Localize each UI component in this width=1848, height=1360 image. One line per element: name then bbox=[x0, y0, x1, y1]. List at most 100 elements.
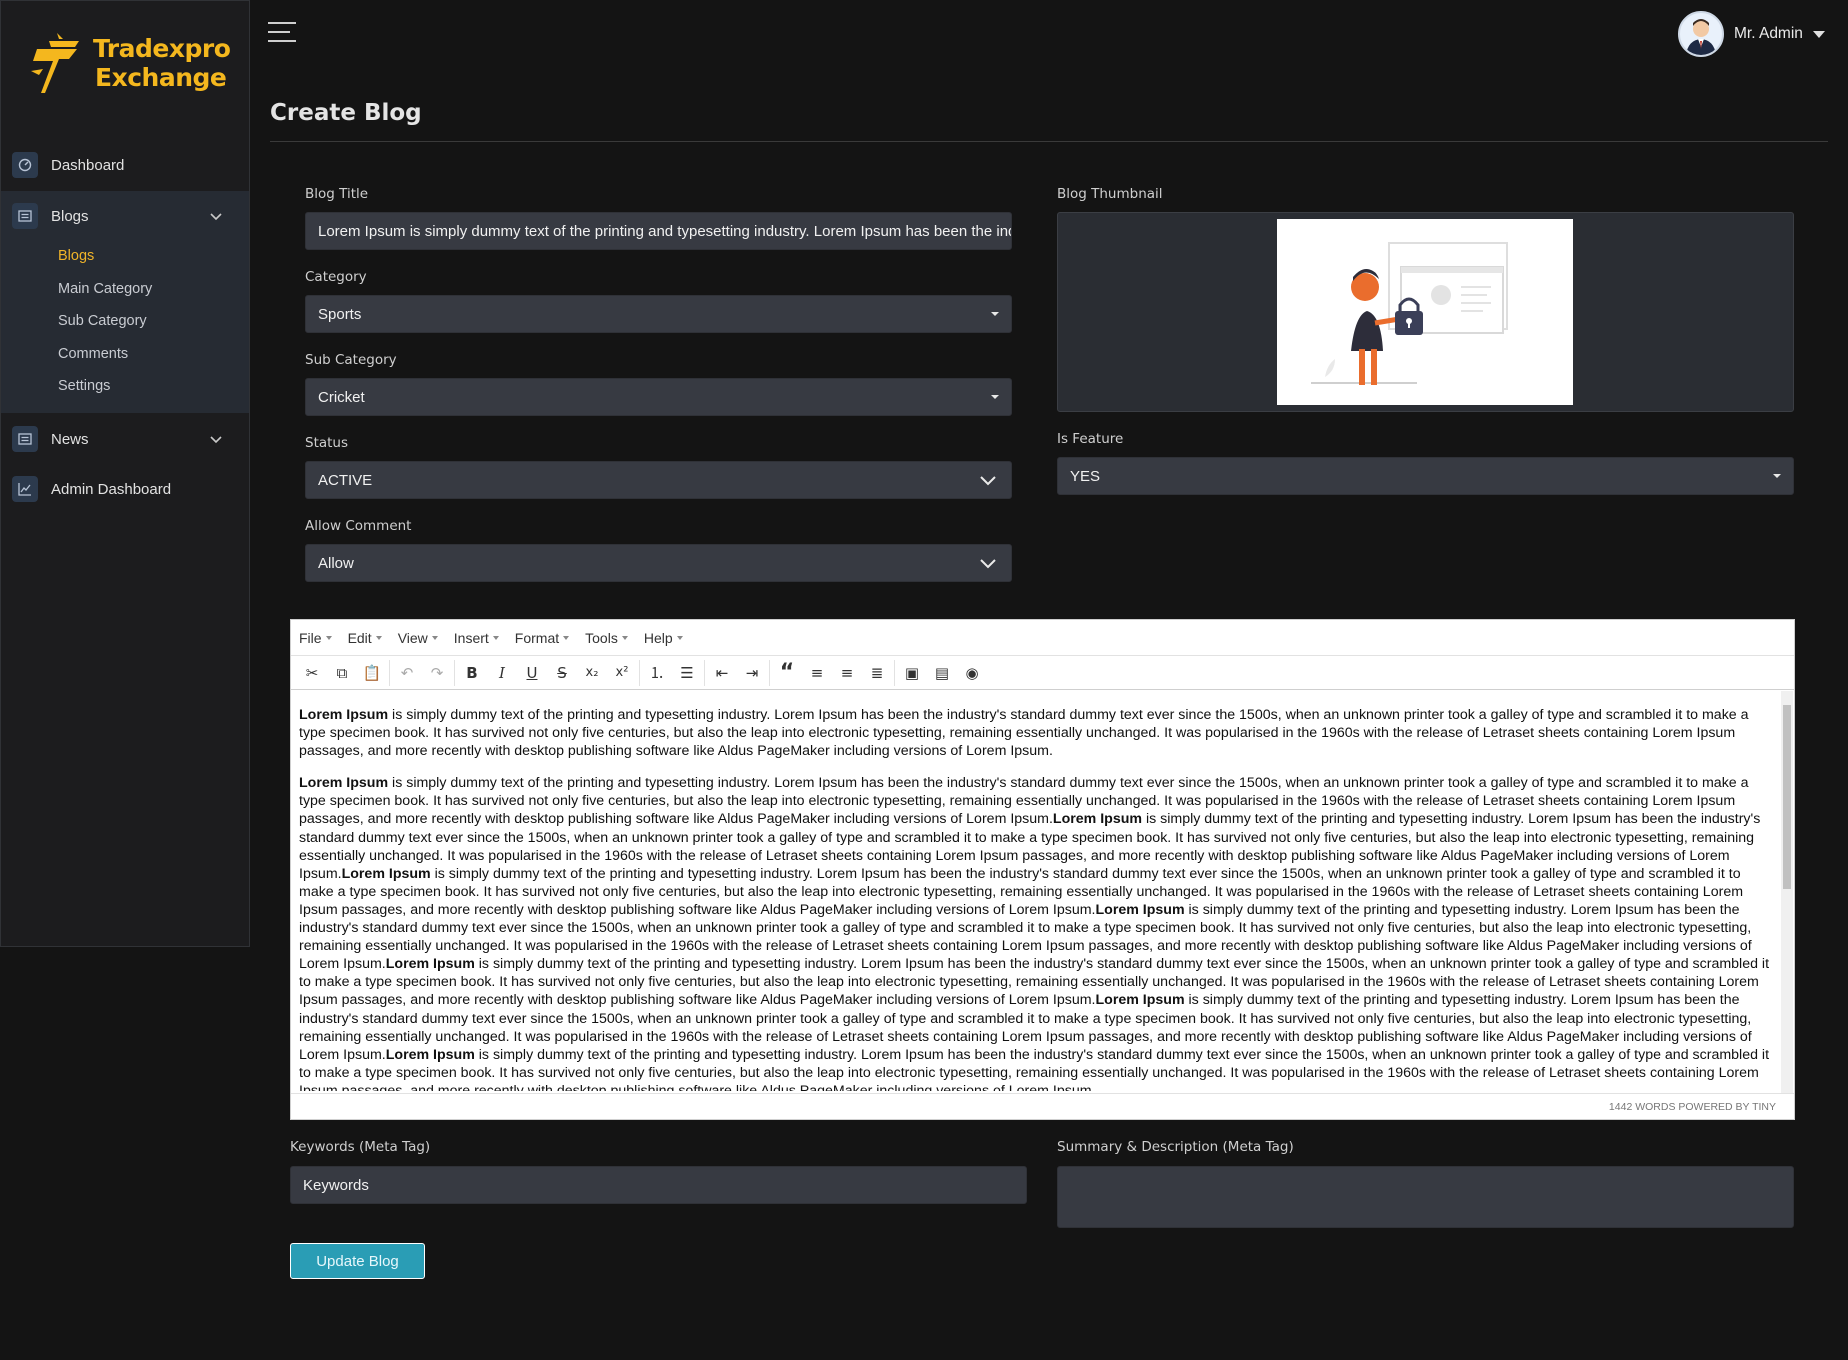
editor-menubar: File Edit View Insert Format Tools Help bbox=[291, 620, 1794, 656]
bold-icon[interactable]: B bbox=[457, 659, 487, 687]
summary-label: Summary & Description (Meta Tag) bbox=[1057, 1139, 1294, 1155]
menu-file[interactable]: File bbox=[299, 630, 332, 646]
allow-comment-value: Allow bbox=[318, 554, 354, 572]
strikethrough-icon[interactable]: S bbox=[547, 659, 577, 687]
paste-icon[interactable]: 📋 bbox=[357, 659, 387, 687]
avatar bbox=[1678, 11, 1724, 57]
sidebar-subitem-sub-category[interactable]: Sub Category bbox=[58, 313, 147, 329]
sidebar-label-blogs: Blogs bbox=[51, 207, 89, 225]
outdent-icon[interactable]: ⇤ bbox=[707, 659, 737, 687]
sidebar-subitem-comments[interactable]: Comments bbox=[58, 346, 128, 362]
word-count: 1442 WORDS POWERED BY TINY bbox=[1608, 1100, 1776, 1113]
blog-thumbnail-image bbox=[1277, 219, 1573, 405]
rich-text-editor[interactable]: File Edit View Insert Format Tools Help … bbox=[290, 619, 1795, 1120]
undo-icon[interactable]: ↶ bbox=[392, 659, 422, 687]
blog-thumbnail-upload[interactable] bbox=[1057, 212, 1794, 412]
editor-toolbar: ✂ ⧉ 📋 ↶ ↷ B I U S x₂ x² ⒈ ☰ ⇤ ⇥ “ ≡ ≡ ≣ … bbox=[291, 656, 1794, 690]
superscript-icon[interactable]: x² bbox=[607, 659, 637, 687]
numbered-list-icon[interactable]: ⒈ bbox=[642, 659, 672, 687]
is-feature-value: YES bbox=[1070, 467, 1101, 485]
brand-name-line2: Exchange bbox=[95, 63, 227, 92]
editor-content[interactable]: Lorem Ipsum is simply dummy text of the … bbox=[299, 706, 1769, 1091]
user-name: Mr. Admin bbox=[1734, 25, 1803, 42]
menu-toggle-icon[interactable] bbox=[268, 22, 296, 44]
chevron-down-icon bbox=[210, 213, 222, 221]
editor-paragraph: Lorem Ipsum is simply dummy text of the … bbox=[299, 707, 1749, 760]
chevron-down-icon bbox=[210, 436, 222, 444]
sidebar-subitem-settings[interactable]: Settings bbox=[58, 378, 110, 394]
sidebar-group-blogs: Blogs Blogs Main Category Sub Category C… bbox=[1, 191, 249, 413]
sidebar: Tradexpro Exchange Dashboard Blogs Blogs… bbox=[0, 0, 250, 947]
chart-icon bbox=[12, 476, 38, 502]
sub-category-value: Cricket bbox=[318, 388, 365, 406]
image-icon[interactable]: ▣ bbox=[897, 659, 927, 687]
sidebar-item-news[interactable]: News bbox=[1, 414, 249, 464]
scrollbar-thumb[interactable] bbox=[1783, 705, 1791, 889]
blockquote-icon[interactable]: “ bbox=[772, 659, 802, 687]
status-select[interactable]: ACTIVE bbox=[305, 461, 1012, 499]
update-blog-button[interactable]: Update Blog bbox=[290, 1243, 425, 1279]
category-label: Category bbox=[305, 269, 367, 285]
bullet-list-icon[interactable]: ☰ bbox=[672, 659, 702, 687]
sidebar-label-news: News bbox=[51, 430, 89, 448]
underline-icon[interactable]: U bbox=[517, 659, 547, 687]
sidebar-item-admin-dashboard[interactable]: Admin Dashboard bbox=[1, 464, 249, 514]
chevron-down-icon bbox=[980, 559, 996, 569]
status-label: Status bbox=[305, 435, 349, 451]
justify-icon[interactable]: ≣ bbox=[862, 659, 892, 687]
caret-down-icon bbox=[991, 395, 999, 399]
menu-format[interactable]: Format bbox=[515, 630, 569, 646]
menu-help[interactable]: Help bbox=[644, 630, 683, 646]
editor-statusbar: 1442 WORDS POWERED BY TINY bbox=[291, 1093, 1794, 1119]
blog-title-label: Blog Title bbox=[305, 186, 369, 202]
editor-scrollbar[interactable] bbox=[1781, 691, 1793, 1093]
blog-thumbnail-label: Blog Thumbnail bbox=[1057, 186, 1163, 202]
allow-comment-select[interactable]: Allow bbox=[305, 544, 1012, 582]
sidebar-subitem-blogs[interactable]: Blogs bbox=[58, 248, 94, 264]
caret-down-icon bbox=[1812, 30, 1825, 38]
caret-down-icon bbox=[1773, 474, 1781, 478]
is-feature-select[interactable]: YES bbox=[1057, 457, 1794, 495]
sub-category-select[interactable]: Cricket bbox=[305, 378, 1012, 416]
preview-icon[interactable]: ◉ bbox=[957, 659, 987, 687]
menu-view[interactable]: View bbox=[398, 630, 438, 646]
sidebar-label-admin-dashboard: Admin Dashboard bbox=[51, 480, 172, 498]
sidebar-item-dashboard[interactable]: Dashboard bbox=[1, 140, 249, 190]
chevron-down-icon bbox=[980, 476, 996, 486]
cut-icon[interactable]: ✂ bbox=[297, 659, 327, 687]
category-select[interactable]: Sports bbox=[305, 295, 1012, 333]
media-icon[interactable]: ▤ bbox=[927, 659, 957, 687]
editor-paragraph: Lorem Ipsum is simply dummy text of the … bbox=[299, 775, 1769, 1091]
is-feature-label: Is Feature bbox=[1057, 431, 1124, 447]
sidebar-item-blogs[interactable]: Blogs bbox=[1, 191, 249, 241]
align-center-icon[interactable]: ≡ bbox=[802, 659, 832, 687]
align-right-icon[interactable]: ≡ bbox=[832, 659, 862, 687]
status-value: ACTIVE bbox=[318, 471, 373, 489]
keywords-input[interactable]: Keywords bbox=[290, 1166, 1027, 1204]
indent-icon[interactable]: ⇥ bbox=[737, 659, 767, 687]
category-value: Sports bbox=[318, 305, 362, 323]
sidebar-label-dashboard: Dashboard bbox=[51, 156, 125, 174]
tradexpro-logo-icon bbox=[31, 33, 79, 93]
copy-icon[interactable]: ⧉ bbox=[327, 659, 357, 687]
user-menu[interactable]: Mr. Admin bbox=[1678, 10, 1825, 58]
summary-textarea[interactable] bbox=[1057, 1166, 1794, 1228]
subscript-icon[interactable]: x₂ bbox=[577, 659, 607, 687]
dashboard-icon bbox=[12, 152, 38, 178]
brand-logo[interactable]: Tradexpro Exchange bbox=[29, 29, 231, 99]
menu-tools[interactable]: Tools bbox=[585, 630, 628, 646]
sub-category-label: Sub Category bbox=[305, 352, 397, 368]
list-icon bbox=[12, 203, 38, 229]
list-icon bbox=[12, 426, 38, 452]
sidebar-subitem-main-category[interactable]: Main Category bbox=[58, 281, 152, 297]
menu-edit[interactable]: Edit bbox=[348, 630, 382, 646]
menu-insert[interactable]: Insert bbox=[454, 630, 499, 646]
redo-icon[interactable]: ↷ bbox=[422, 659, 452, 687]
keywords-label: Keywords (Meta Tag) bbox=[290, 1139, 431, 1155]
divider bbox=[270, 141, 1828, 142]
caret-down-icon bbox=[991, 312, 999, 316]
italic-icon[interactable]: I bbox=[487, 659, 517, 687]
page-title: Create Blog bbox=[270, 100, 422, 126]
brand-name-line1: Tradexpro bbox=[93, 34, 231, 63]
blog-title-input[interactable]: Lorem Ipsum is simply dummy text of the … bbox=[305, 212, 1012, 250]
